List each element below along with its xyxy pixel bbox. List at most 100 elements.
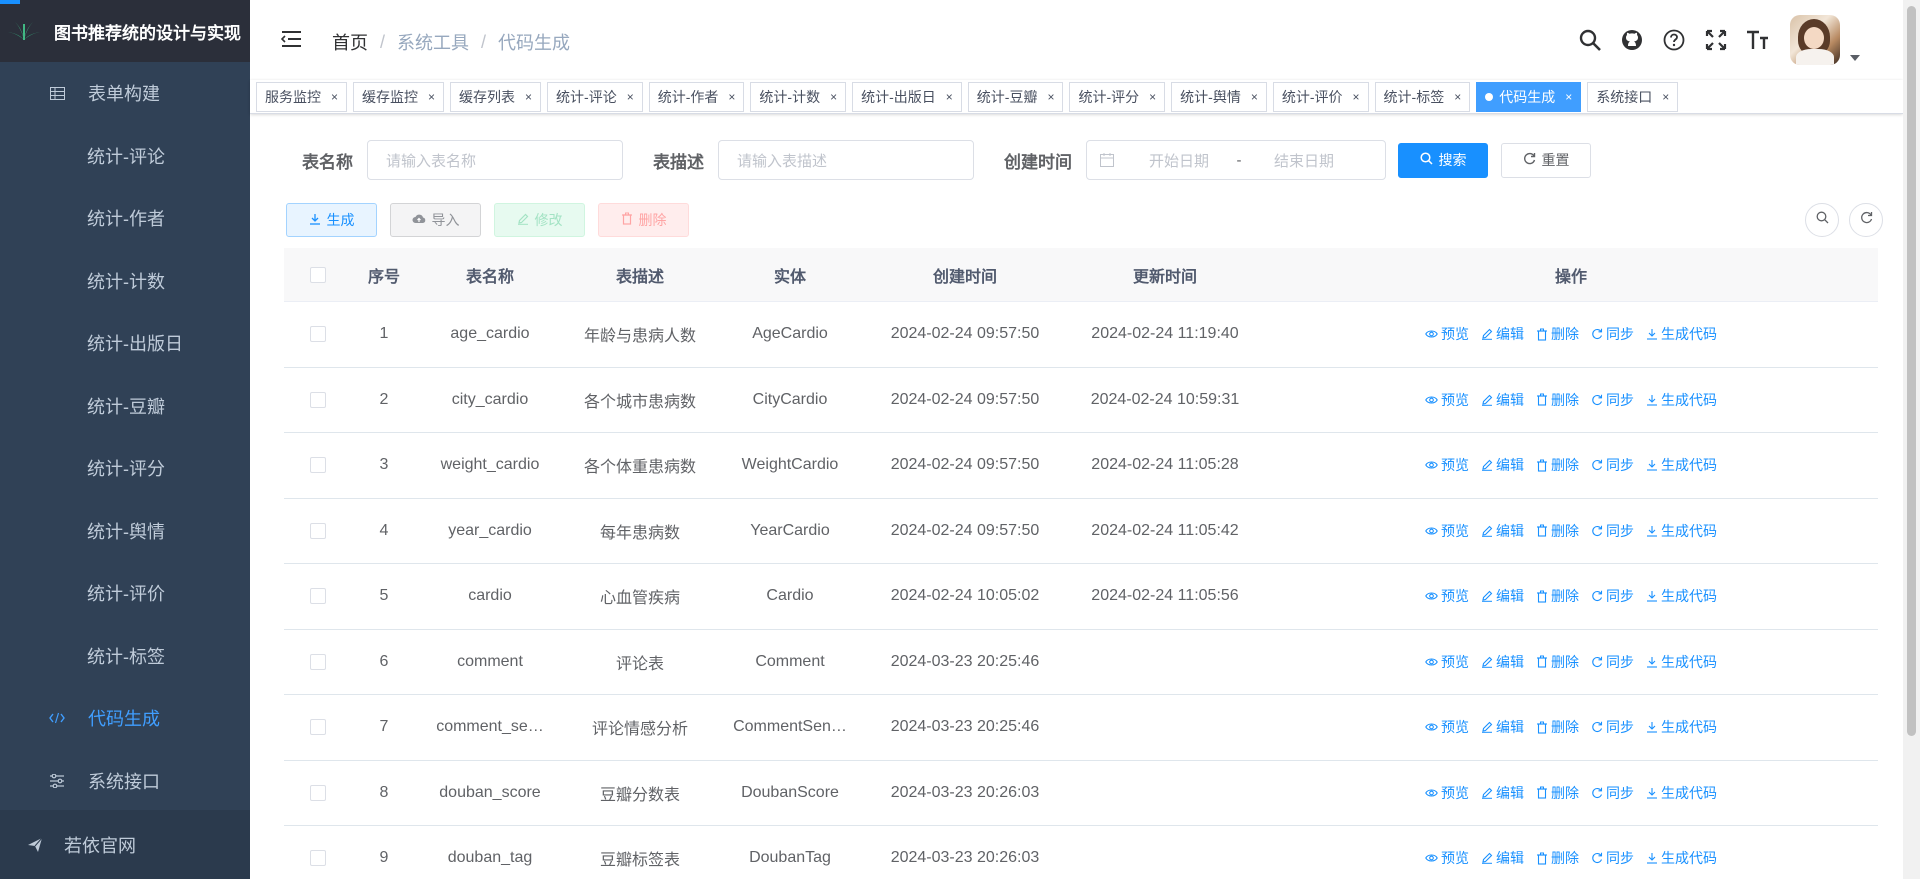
op-preview-link[interactable]: 预览 bbox=[1425, 521, 1469, 541]
op-sync-link[interactable]: 同步 bbox=[1591, 652, 1634, 672]
toggle-search-button[interactable] bbox=[1805, 203, 1839, 237]
op-gen-link[interactable]: 生成代码 bbox=[1646, 586, 1717, 606]
sidebar-logo[interactable]: 图书推荐统的设计与实现 bbox=[0, 0, 250, 62]
op-gen-link[interactable]: 生成代码 bbox=[1646, 783, 1717, 803]
op-delete-link[interactable]: 删除 bbox=[1536, 783, 1579, 803]
sidebar-item-codegen[interactable]: 代码生成 bbox=[0, 687, 250, 750]
op-sync-link[interactable]: 同步 bbox=[1591, 783, 1634, 803]
row-checkbox[interactable] bbox=[310, 784, 326, 801]
sidebar-item-stat-douban[interactable]: 统计-豆瓣 bbox=[0, 375, 250, 438]
row-checkbox[interactable] bbox=[310, 653, 326, 670]
table-row[interactable]: 7 comment_se… 评论情感分析 CommentSen… 2024-03-23 … bbox=[284, 695, 1878, 761]
op-gen-link[interactable]: 生成代码 bbox=[1646, 324, 1717, 344]
op-edit-link[interactable]: 编辑 bbox=[1481, 717, 1524, 737]
op-delete-link[interactable]: 删除 bbox=[1536, 717, 1579, 737]
op-preview-link[interactable]: 预览 bbox=[1425, 783, 1469, 803]
table-row[interactable]: 5 cardio 心血管疾病 Cardio 2024-02-24 10:05:02 202… bbox=[284, 564, 1878, 630]
table-row[interactable]: 2 city_cardio 各个城市患病数 CityCardio 2024-02-24 … bbox=[284, 368, 1878, 433]
sidebar-item-stat-tag[interactable]: 统计-标签 bbox=[0, 625, 250, 688]
op-delete-link[interactable]: 删除 bbox=[1536, 848, 1579, 868]
op-preview-link[interactable]: 预览 bbox=[1425, 848, 1469, 868]
tag-stat-author[interactable]: 统计-作者 × bbox=[648, 81, 745, 112]
op-sync-link[interactable]: 同步 bbox=[1591, 455, 1634, 475]
scrollbar-thumb[interactable] bbox=[1907, 6, 1916, 736]
delete-button[interactable]: 删除 bbox=[598, 203, 689, 237]
close-icon[interactable]: × bbox=[1662, 90, 1669, 104]
op-delete-link[interactable]: 删除 bbox=[1536, 390, 1579, 410]
row-checkbox[interactable] bbox=[310, 850, 326, 867]
op-gen-link[interactable]: 生成代码 bbox=[1646, 848, 1717, 868]
op-sync-link[interactable]: 同步 bbox=[1591, 848, 1634, 868]
close-icon[interactable]: × bbox=[830, 90, 837, 104]
table-row[interactable]: 6 comment 评论表 Comment 2024-03-23 20:25:46 预览 编… bbox=[284, 630, 1878, 695]
table-name-input[interactable]: 请输入表名称 bbox=[367, 140, 623, 180]
tag-stat-pubdate[interactable]: 统计-出版日 × bbox=[852, 81, 962, 112]
tag-stat-douban[interactable]: 统计-豆瓣 × bbox=[967, 81, 1064, 112]
sidebar-item-form-builder[interactable]: 表单构建 bbox=[0, 62, 250, 125]
op-edit-link[interactable]: 编辑 bbox=[1481, 390, 1524, 410]
date-range-picker[interactable]: 开始日期 - 结束日期 bbox=[1086, 140, 1386, 180]
help-icon[interactable] bbox=[1662, 28, 1686, 52]
op-sync-link[interactable]: 同步 bbox=[1591, 521, 1634, 541]
table-row[interactable]: 4 year_cardio 每年患病数 YearCardio 2024-02-24 09… bbox=[284, 499, 1878, 564]
table-row[interactable]: 1 age_cardio 年龄与患病人数 AgeCardio 2024-02-24 09… bbox=[284, 302, 1878, 368]
sidebar-item-stat-score[interactable]: 统计-评分 bbox=[0, 437, 250, 500]
close-icon[interactable]: × bbox=[946, 90, 953, 104]
font-size-icon[interactable] bbox=[1746, 28, 1770, 52]
tag-service-monitor[interactable]: 服务监控 × bbox=[256, 81, 348, 112]
table-desc-input[interactable]: 请输入表描述 bbox=[718, 140, 974, 180]
search-icon[interactable] bbox=[1578, 28, 1602, 52]
table-row[interactable]: 8 douban_score 豆瓣分数表 DoubanScore 2024-03-23 … bbox=[284, 761, 1878, 826]
op-gen-link[interactable]: 生成代码 bbox=[1646, 521, 1717, 541]
close-icon[interactable]: × bbox=[1353, 90, 1360, 104]
op-delete-link[interactable]: 删除 bbox=[1536, 324, 1579, 344]
row-checkbox[interactable] bbox=[310, 588, 326, 605]
op-preview-link[interactable]: 预览 bbox=[1425, 324, 1469, 344]
close-icon[interactable]: × bbox=[331, 90, 338, 104]
row-checkbox[interactable] bbox=[310, 391, 326, 408]
table-row[interactable]: 9 douban_tag 豆瓣标签表 DoubanTag 2024-03-23 20:2… bbox=[284, 826, 1878, 879]
tag-stat-score[interactable]: 统计-评分 × bbox=[1069, 81, 1166, 112]
row-checkbox[interactable] bbox=[310, 719, 326, 736]
op-gen-link[interactable]: 生成代码 bbox=[1646, 717, 1717, 737]
sidebar-item-stat-review[interactable]: 统计-评价 bbox=[0, 562, 250, 625]
sidebar-item-stat-pubdate[interactable]: 统计-出版日 bbox=[0, 312, 250, 375]
op-preview-link[interactable]: 预览 bbox=[1425, 455, 1469, 475]
op-delete-link[interactable]: 删除 bbox=[1536, 586, 1579, 606]
op-preview-link[interactable]: 预览 bbox=[1425, 652, 1469, 672]
page-scrollbar[interactable] bbox=[1903, 0, 1920, 879]
close-icon[interactable]: × bbox=[627, 90, 634, 104]
sidebar-item-stat-sentiment[interactable]: 统计-舆情 bbox=[0, 500, 250, 563]
sidebar-item-stat-count[interactable]: 统计-计数 bbox=[0, 250, 250, 313]
close-icon[interactable]: × bbox=[1565, 90, 1572, 104]
op-preview-link[interactable]: 预览 bbox=[1425, 717, 1469, 737]
close-icon[interactable]: × bbox=[525, 90, 532, 104]
op-preview-link[interactable]: 预览 bbox=[1425, 586, 1469, 606]
op-gen-link[interactable]: 生成代码 bbox=[1646, 652, 1717, 672]
op-edit-link[interactable]: 编辑 bbox=[1481, 324, 1524, 344]
op-edit-link[interactable]: 编辑 bbox=[1481, 783, 1524, 803]
reset-button[interactable]: 重置 bbox=[1501, 142, 1591, 178]
sidebar-item-stat-comment[interactable]: 统计-评论 bbox=[0, 125, 250, 188]
op-delete-link[interactable]: 删除 bbox=[1536, 521, 1579, 541]
op-preview-link[interactable]: 预览 bbox=[1425, 390, 1469, 410]
breadcrumb-home[interactable]: 首页 bbox=[332, 29, 368, 55]
edit-button[interactable]: 修改 bbox=[494, 203, 585, 237]
tag-stat-review[interactable]: 统计-评价 × bbox=[1272, 81, 1369, 112]
op-gen-link[interactable]: 生成代码 bbox=[1646, 455, 1717, 475]
op-sync-link[interactable]: 同步 bbox=[1591, 390, 1634, 410]
sidebar-item-ruoyi-site[interactable]: 若依官网 bbox=[0, 810, 250, 879]
op-edit-link[interactable]: 编辑 bbox=[1481, 848, 1524, 868]
tag-codegen[interactable]: 代码生成 × bbox=[1476, 81, 1582, 112]
row-checkbox[interactable] bbox=[310, 457, 326, 474]
select-all-checkbox[interactable] bbox=[310, 266, 326, 283]
search-button[interactable]: 搜索 bbox=[1398, 142, 1488, 178]
close-icon[interactable]: × bbox=[1454, 90, 1461, 104]
tag-stat-tag[interactable]: 统计-标签 × bbox=[1374, 81, 1471, 112]
row-checkbox[interactable] bbox=[310, 326, 326, 343]
hamburger-icon[interactable] bbox=[280, 29, 303, 49]
op-edit-link[interactable]: 编辑 bbox=[1481, 521, 1524, 541]
tag-stat-comment[interactable]: 统计-评论 × bbox=[547, 81, 643, 112]
op-sync-link[interactable]: 同步 bbox=[1591, 717, 1634, 737]
op-delete-link[interactable]: 删除 bbox=[1536, 652, 1579, 672]
